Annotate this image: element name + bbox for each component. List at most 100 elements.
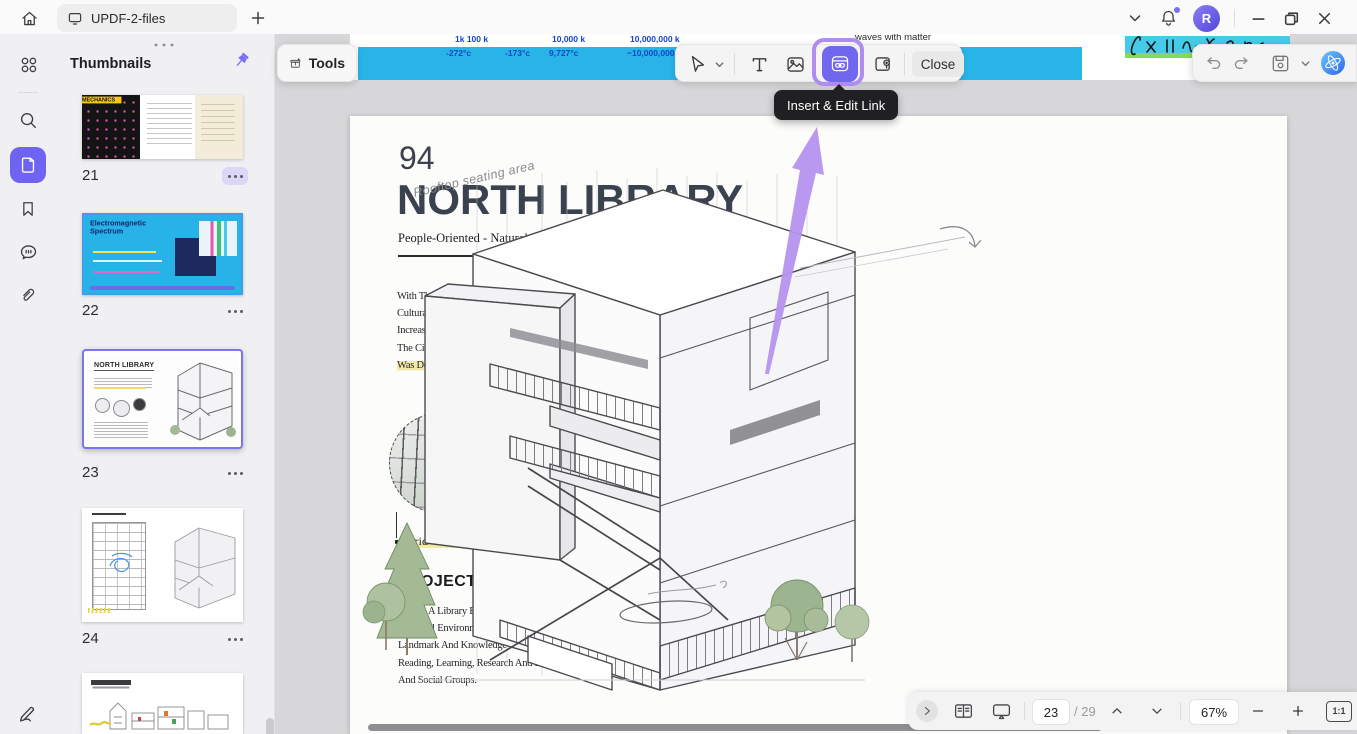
document-tab[interactable]: UPDF-2-files [57, 4, 237, 32]
more-icon [227, 471, 243, 475]
thumbnail-more-button[interactable] [222, 464, 248, 482]
thumb23-building [170, 362, 236, 441]
link-button-highlight-ring [812, 38, 864, 86]
redo-button[interactable] [1232, 53, 1252, 73]
rail-pen-tools-button[interactable] [10, 696, 46, 732]
actual-size-label: 1:1 [1326, 700, 1352, 722]
rail-bookmarks-button[interactable] [10, 191, 46, 227]
save-icon [1272, 55, 1289, 71]
more-icon [227, 637, 243, 641]
thumbnail-page-25[interactable] [82, 673, 243, 734]
thumbnail-page-21[interactable]: MECHANICS [82, 95, 243, 159]
bookmark-icon [23, 202, 33, 216]
minimize-button[interactable] [1249, 9, 1268, 28]
thumb23-circle [113, 400, 130, 417]
panel-drag-handle[interactable] [152, 42, 176, 48]
peek-scale-label: 10,000 k [552, 34, 586, 44]
more-icon [227, 309, 243, 313]
page-number-input[interactable]: 23 [1032, 699, 1070, 725]
pen-icon [19, 706, 35, 722]
grid-icon [21, 57, 36, 72]
rail-grid-view-button[interactable] [10, 46, 46, 82]
thumb23-textlines [94, 422, 148, 438]
actual-size-button[interactable]: 1:1 [1326, 699, 1352, 723]
minus-icon [1252, 710, 1264, 712]
rail-search-button[interactable] [10, 102, 46, 138]
text-tool-button[interactable] [746, 52, 772, 76]
thumb24-yellow-mark [88, 608, 112, 613]
updf-app-window: 1k 100 k 10,000 k 10,000,000 k -272°c -1… [0, 0, 1357, 734]
select-tool-dropdown[interactable] [712, 52, 726, 76]
page-layout-button[interactable] [950, 699, 976, 723]
thumbnail-page-24[interactable] [82, 508, 243, 622]
tooltip-text: Insert & Edit Link [787, 97, 886, 113]
image-tool-button[interactable] [782, 52, 808, 76]
tooltip-arrow [832, 84, 846, 91]
thumbnail-page-23-selected[interactable]: NORTH LIBRARY [82, 349, 243, 449]
thumbnail-page-number: 21 [82, 167, 99, 184]
tools-label: Tools [308, 55, 345, 71]
window-menu-button[interactable] [1126, 9, 1144, 27]
previous-page-button[interactable] [1106, 699, 1128, 723]
thumb21-right-column [194, 95, 243, 159]
thumb22-line [93, 260, 163, 263]
panel-title: Thumbnails [70, 56, 152, 72]
thumb21-left-column: MECHANICS [82, 95, 140, 159]
pin-icon[interactable] [232, 52, 250, 70]
expand-statusbar-button[interactable] [916, 699, 938, 723]
undo-button[interactable] [1203, 53, 1223, 73]
stamp-tool-button[interactable] [870, 52, 896, 76]
rail-thumbnails-button[interactable] [10, 147, 46, 183]
rail-attachments-button[interactable] [10, 277, 46, 313]
rail-comments-button[interactable] [10, 234, 46, 270]
thumbnail-more-button[interactable] [222, 302, 248, 320]
zoom-level-input[interactable]: 67% [1189, 699, 1239, 725]
toolbar-divider [734, 53, 735, 75]
thumbnail-page-number: 23 [82, 464, 99, 481]
minimize-icon [1252, 17, 1265, 20]
save-dropdown[interactable] [1300, 58, 1311, 69]
peek-temp-label: -272°c [446, 48, 472, 58]
tab-title: UPDF-2-files [91, 10, 166, 26]
thumb24-blue-scribble [109, 552, 133, 572]
presentation-button[interactable] [988, 699, 1014, 723]
next-page-button[interactable] [1146, 699, 1168, 723]
new-tab-button[interactable] [248, 8, 268, 28]
save-button[interactable] [1270, 53, 1291, 74]
presentation-icon [992, 703, 1010, 719]
cursor-icon [691, 56, 705, 72]
page-total-label: / 29 [1074, 703, 1096, 719]
ai-assistant-button[interactable] [1320, 50, 1346, 76]
toolbar-divider [904, 53, 905, 75]
maximize-button[interactable] [1282, 9, 1301, 28]
left-icon-rail [0, 34, 56, 734]
quick-actions-toolbar [1192, 44, 1357, 82]
chevron-down-icon [715, 61, 723, 67]
peek-scale-label: 10,000,000 k [630, 34, 680, 44]
thumbnail-more-button[interactable] [222, 630, 248, 648]
thumb25-title-bar [91, 680, 131, 685]
book-view-icon [954, 703, 972, 718]
select-tool-button[interactable] [686, 52, 710, 76]
chevron-down-icon [1301, 60, 1310, 66]
thumbnail-page-22[interactable]: Electromagnetic Spectrum [82, 213, 243, 295]
close-window-button[interactable] [1315, 9, 1334, 28]
close-icon [1318, 12, 1331, 24]
comment-icon [20, 244, 36, 259]
thumb22-chart [199, 221, 237, 256]
avatar[interactable]: R [1193, 4, 1220, 32]
tools-button[interactable]: Tools [277, 44, 357, 82]
stamp-tool-icon [874, 56, 890, 71]
chevron-up-icon [1112, 708, 1122, 714]
notifications-button[interactable] [1158, 6, 1180, 29]
thumbnail-more-button[interactable] [222, 167, 248, 185]
plus-icon [251, 11, 265, 25]
close-toolbar-button[interactable]: Close [912, 51, 964, 77]
zoom-out-button[interactable] [1248, 699, 1268, 723]
home-button[interactable] [16, 7, 42, 29]
zoom-in-button[interactable] [1288, 699, 1308, 723]
restore-icon [1284, 11, 1299, 25]
thumb23-preview-title: NORTH LIBRARY [94, 362, 155, 371]
panel-scrollbar[interactable] [266, 718, 274, 734]
key-points-flourish [647, 580, 727, 595]
